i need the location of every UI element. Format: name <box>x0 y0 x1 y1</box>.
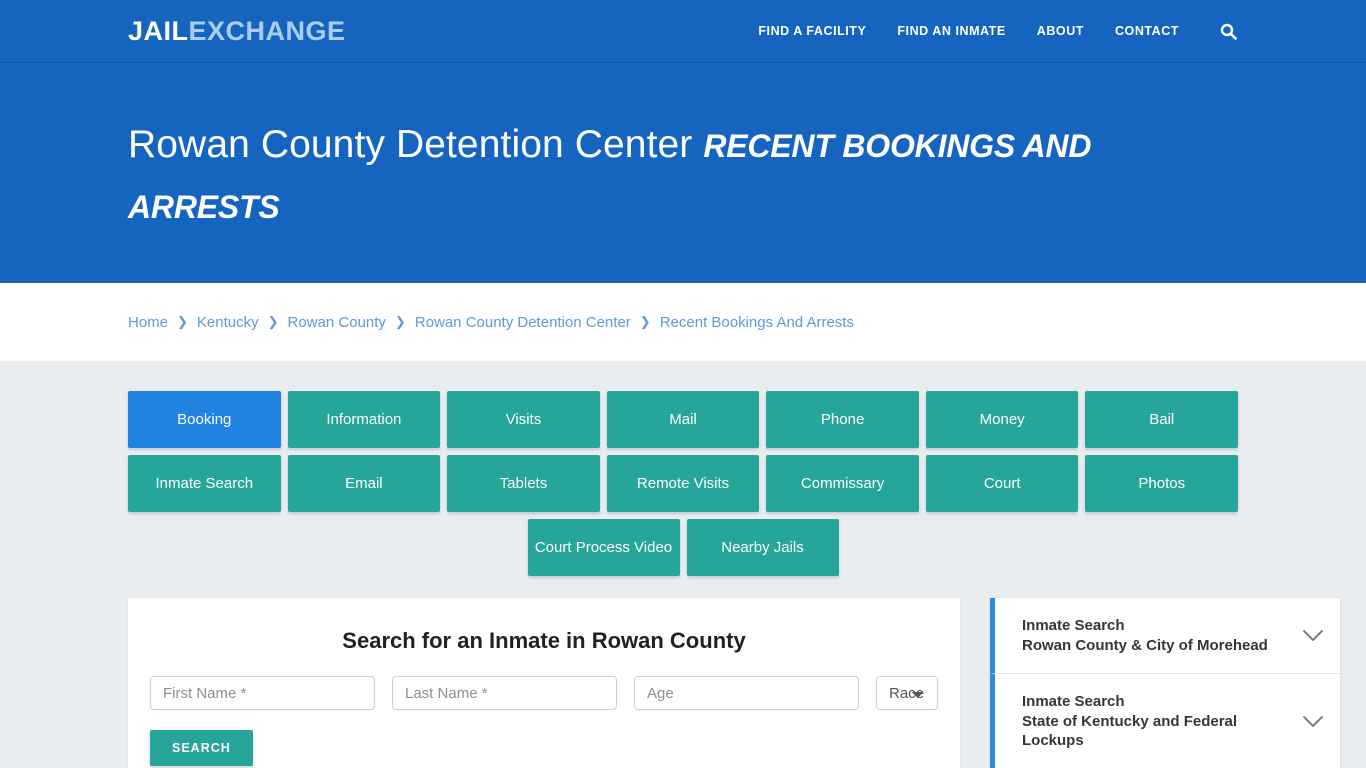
chevron-down-icon[interactable] <box>1302 715 1324 728</box>
accordion-item-state-search[interactable]: Inmate Search State of Kentucky and Fede… <box>990 674 1340 768</box>
tab-information[interactable]: Information <box>287 391 441 448</box>
tab-bail[interactable]: Bail <box>1085 391 1239 448</box>
breadcrumb-item-current[interactable]: Recent Bookings And Arrests <box>660 314 854 331</box>
tab-inmate-search[interactable]: Inmate Search <box>128 455 281 512</box>
accordion-item-line2: State of Kentucky and Federal Lockups <box>1022 712 1238 750</box>
tab-row-1: Booking Information Visits Mail Phone Mo… <box>128 391 1239 448</box>
breadcrumb-item-kentucky[interactable]: Kentucky <box>197 314 259 331</box>
tab-nearby-jails[interactable]: Nearby Jails <box>686 519 839 576</box>
accordion-item-county-search[interactable]: Inmate Search Rowan County & City of Mor… <box>990 598 1340 674</box>
tab-booking[interactable]: Booking <box>128 391 281 448</box>
tab-court-process-video[interactable]: Court Process Video <box>527 519 680 576</box>
inmate-search-accordion: Inmate Search Rowan County & City of Mor… <box>990 598 1340 768</box>
logo-text-primary: JAIL <box>128 15 189 46</box>
breadcrumb-item-detention-center[interactable]: Rowan County Detention Center <box>415 314 631 331</box>
page-title: Rowan County Detention Center Recent Boo… <box>128 115 1238 237</box>
nav-item-find-a-facility[interactable]: FIND A FACILITY <box>758 24 866 38</box>
tab-tablets[interactable]: Tablets <box>447 455 600 512</box>
accordion-item-label: Inmate Search State of Kentucky and Fede… <box>1022 692 1290 751</box>
accordion-item-line1: Inmate Search <box>1022 617 1125 634</box>
right-column: Inmate Search Rowan County & City of Mor… <box>990 598 1340 768</box>
site-logo[interactable]: JAILEXCHANGE <box>128 15 346 46</box>
chevron-down-icon[interactable] <box>1302 629 1324 642</box>
logo-text-secondary: EXCHANGE <box>188 15 346 46</box>
tab-remote-visits[interactable]: Remote Visits <box>606 455 760 512</box>
last-name-input[interactable] <box>392 676 617 710</box>
main-navigation: FIND A FACILITY FIND AN INMATE ABOUT CON… <box>758 21 1238 41</box>
tab-commissary[interactable]: Commissary <box>766 455 919 512</box>
tab-visits[interactable]: Visits <box>447 391 600 448</box>
accordion-item-line1: Inmate Search <box>1022 693 1125 710</box>
hero-banner: Rowan County Detention Center Recent Boo… <box>0 63 1366 283</box>
breadcrumb-separator-icon: ❯ <box>177 314 188 329</box>
tab-email[interactable]: Email <box>287 455 441 512</box>
age-input[interactable] <box>634 676 859 710</box>
race-select[interactable]: Race <box>876 676 938 710</box>
first-name-input[interactable] <box>150 676 375 710</box>
facility-section-tabs: Booking Information Visits Mail Phone Mo… <box>128 391 1239 576</box>
site-header: JAILEXCHANGE FIND A FACILITY FIND AN INM… <box>0 0 1366 63</box>
nav-item-find-an-inmate[interactable]: FIND AN INMATE <box>897 24 1005 38</box>
tab-court[interactable]: Court <box>925 455 1079 512</box>
breadcrumb-bar: Home ❯ Kentucky ❯ Rowan County ❯ Rowan C… <box>0 283 1366 361</box>
tab-mail[interactable]: Mail <box>606 391 760 448</box>
tab-row-2: Inmate Search Email Tablets Remote Visit… <box>128 455 1239 512</box>
inmate-search-heading: Search for an Inmate in Rowan County <box>342 628 746 653</box>
nav-item-about[interactable]: ABOUT <box>1037 24 1084 38</box>
breadcrumb-separator-icon: ❯ <box>639 314 651 329</box>
search-submit-button[interactable]: SEARCH <box>150 730 253 766</box>
breadcrumb-item-rowan-county[interactable]: Rowan County <box>288 314 386 331</box>
search-icon[interactable] <box>1218 21 1238 41</box>
left-column: Search for an Inmate in Rowan County Rac… <box>128 598 960 768</box>
page-content: Booking Information Visits Mail Phone Mo… <box>0 361 1366 768</box>
accordion-item-label: Inmate Search Rowan County & City of Mor… <box>1022 616 1290 655</box>
breadcrumb: Home ❯ Kentucky ❯ Rowan County ❯ Rowan C… <box>128 314 854 331</box>
breadcrumb-separator-icon: ❯ <box>394 314 406 329</box>
nav-item-contact[interactable]: CONTACT <box>1115 24 1179 38</box>
tab-phone[interactable]: Phone <box>766 391 919 448</box>
page-title-main: Rowan County Detention Center <box>128 123 693 166</box>
tab-row-3: Court Process Video Nearby Jails <box>128 519 1238 576</box>
tab-photos[interactable]: Photos <box>1085 455 1239 512</box>
tab-money[interactable]: Money <box>925 391 1079 448</box>
inmate-search-fields: Race <box>150 676 938 710</box>
breadcrumb-separator-icon: ❯ <box>267 314 279 329</box>
accordion-item-line2: Rowan County & City of Morehead <box>1022 636 1268 654</box>
breadcrumb-item-home[interactable]: Home <box>128 314 168 331</box>
inmate-search-card: Search for an Inmate in Rowan County Rac… <box>128 598 960 768</box>
content-columns: Search for an Inmate in Rowan County Rac… <box>128 598 1340 768</box>
